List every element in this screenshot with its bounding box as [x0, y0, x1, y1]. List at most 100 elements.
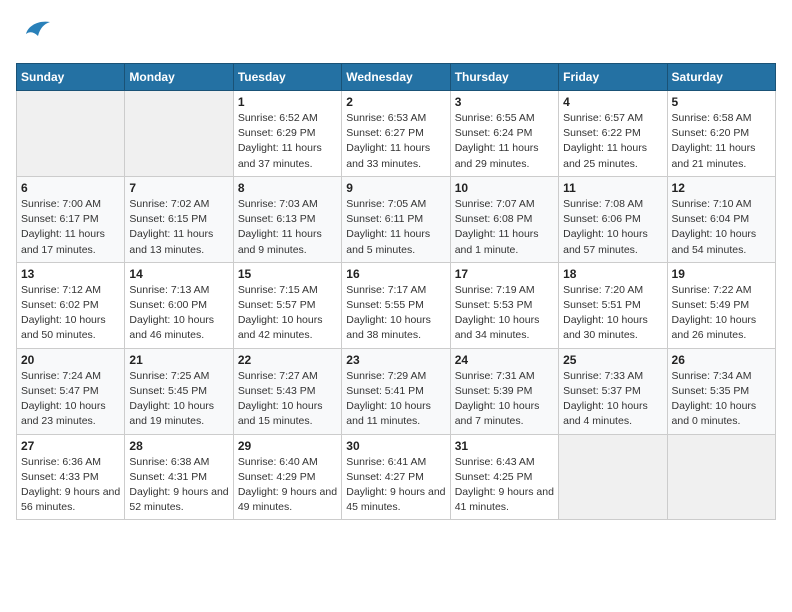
day-info: Sunrise: 7:13 AM Sunset: 6:00 PM Dayligh… — [129, 283, 228, 344]
day-number: 12 — [672, 181, 771, 195]
calendar-cell: 5 Sunrise: 6:58 AM Sunset: 6:20 PM Daylig… — [667, 91, 775, 177]
day-info: Sunrise: 6:58 AM Sunset: 6:20 PM Dayligh… — [672, 111, 771, 172]
day-number: 31 — [455, 439, 554, 453]
calendar-week-row: 20 Sunrise: 7:24 AM Sunset: 5:47 PM Dayli… — [17, 348, 776, 434]
calendar-cell: 8 Sunrise: 7:03 AM Sunset: 6:13 PM Daylig… — [233, 176, 341, 262]
day-info: Sunrise: 6:36 AM Sunset: 4:33 PM Dayligh… — [21, 455, 120, 516]
calendar-cell: 30 Sunrise: 6:41 AM Sunset: 4:27 PM Dayli… — [342, 434, 450, 520]
day-number: 26 — [672, 353, 771, 367]
day-info: Sunrise: 7:33 AM Sunset: 5:37 PM Dayligh… — [563, 369, 662, 430]
calendar-week-row: 27 Sunrise: 6:36 AM Sunset: 4:33 PM Dayli… — [17, 434, 776, 520]
day-of-week-header: Wednesday — [342, 64, 450, 91]
day-number: 20 — [21, 353, 120, 367]
day-of-week-header: Thursday — [450, 64, 558, 91]
calendar-cell — [559, 434, 667, 520]
calendar-cell: 22 Sunrise: 7:27 AM Sunset: 5:43 PM Dayli… — [233, 348, 341, 434]
day-number: 11 — [563, 181, 662, 195]
day-info: Sunrise: 7:34 AM Sunset: 5:35 PM Dayligh… — [672, 369, 771, 430]
calendar-week-row: 6Sunrise: 7:00 AM Sunset: 6:17 PM Daylig… — [17, 176, 776, 262]
day-number: 22 — [238, 353, 337, 367]
day-info: Sunrise: 7:12 AM Sunset: 6:02 PM Dayligh… — [21, 283, 120, 344]
day-info: Sunrise: 7:31 AM Sunset: 5:39 PM Dayligh… — [455, 369, 554, 430]
calendar-cell: 16Sunrise: 7:17 AM Sunset: 5:55 PM Dayli… — [342, 262, 450, 348]
calendar-cell: 12 Sunrise: 7:10 AM Sunset: 6:04 PM Dayli… — [667, 176, 775, 262]
day-of-week-header: Monday — [125, 64, 233, 91]
day-number: 13 — [21, 267, 120, 281]
calendar-cell — [667, 434, 775, 520]
calendar-cell: 11 Sunrise: 7:08 AM Sunset: 6:06 PM Dayli… — [559, 176, 667, 262]
day-info: Sunrise: 7:20 AM Sunset: 5:51 PM Dayligh… — [563, 283, 662, 344]
day-of-week-header: Saturday — [667, 64, 775, 91]
day-number: 27 — [21, 439, 120, 453]
calendar-table: SundayMondayTuesdayWednesdayThursdayFrid… — [16, 63, 776, 520]
day-number: 21 — [129, 353, 228, 367]
day-number: 30 — [346, 439, 445, 453]
day-number: 19 — [672, 267, 771, 281]
calendar-cell: 9Sunrise: 7:05 AM Sunset: 6:11 PM Daylig… — [342, 176, 450, 262]
day-info: Sunrise: 7:27 AM Sunset: 5:43 PM Dayligh… — [238, 369, 337, 430]
day-info: Sunrise: 6:43 AM Sunset: 4:25 PM Dayligh… — [455, 455, 554, 516]
day-of-week-header: Sunday — [17, 64, 125, 91]
day-number: 2 — [346, 95, 445, 109]
day-number: 15 — [238, 267, 337, 281]
calendar-cell: 1Sunrise: 6:52 AM Sunset: 6:29 PM Daylig… — [233, 91, 341, 177]
day-info: Sunrise: 7:10 AM Sunset: 6:04 PM Dayligh… — [672, 197, 771, 258]
logo — [16, 16, 52, 51]
day-info: Sunrise: 7:25 AM Sunset: 5:45 PM Dayligh… — [129, 369, 228, 430]
day-info: Sunrise: 7:19 AM Sunset: 5:53 PM Dayligh… — [455, 283, 554, 344]
day-number: 5 — [672, 95, 771, 109]
day-number: 23 — [346, 353, 445, 367]
calendar-cell: 25 Sunrise: 7:33 AM Sunset: 5:37 PM Dayli… — [559, 348, 667, 434]
calendar-cell: 31 Sunrise: 6:43 AM Sunset: 4:25 PM Dayli… — [450, 434, 558, 520]
day-number: 6 — [21, 181, 120, 195]
calendar-cell: 7 Sunrise: 7:02 AM Sunset: 6:15 PM Daylig… — [125, 176, 233, 262]
calendar-cell: 20 Sunrise: 7:24 AM Sunset: 5:47 PM Dayli… — [17, 348, 125, 434]
calendar-cell: 24 Sunrise: 7:31 AM Sunset: 5:39 PM Dayli… — [450, 348, 558, 434]
day-number: 4 — [563, 95, 662, 109]
day-number: 17 — [455, 267, 554, 281]
calendar-cell: 23Sunrise: 7:29 AM Sunset: 5:41 PM Dayli… — [342, 348, 450, 434]
day-info: Sunrise: 7:15 AM Sunset: 5:57 PM Dayligh… — [238, 283, 337, 344]
day-info: Sunrise: 7:17 AM Sunset: 5:55 PM Dayligh… — [346, 283, 445, 344]
calendar-cell — [125, 91, 233, 177]
day-info: Sunrise: 7:02 AM Sunset: 6:15 PM Dayligh… — [129, 197, 228, 258]
calendar-cell: 3 Sunrise: 6:55 AM Sunset: 6:24 PM Daylig… — [450, 91, 558, 177]
day-info: Sunrise: 7:24 AM Sunset: 5:47 PM Dayligh… — [21, 369, 120, 430]
day-of-week-header: Friday — [559, 64, 667, 91]
day-info: Sunrise: 6:55 AM Sunset: 6:24 PM Dayligh… — [455, 111, 554, 172]
day-number: 1 — [238, 95, 337, 109]
day-info: Sunrise: 7:05 AM Sunset: 6:11 PM Dayligh… — [346, 197, 445, 258]
day-number: 25 — [563, 353, 662, 367]
calendar-week-row: 13 Sunrise: 7:12 AM Sunset: 6:02 PM Dayli… — [17, 262, 776, 348]
calendar-cell: 21 Sunrise: 7:25 AM Sunset: 5:45 PM Dayli… — [125, 348, 233, 434]
day-info: Sunrise: 7:07 AM Sunset: 6:08 PM Dayligh… — [455, 197, 554, 258]
calendar-cell: 19Sunrise: 7:22 AM Sunset: 5:49 PM Dayli… — [667, 262, 775, 348]
day-number: 8 — [238, 181, 337, 195]
calendar-cell: 14 Sunrise: 7:13 AM Sunset: 6:00 PM Dayli… — [125, 262, 233, 348]
calendar-cell: 26 Sunrise: 7:34 AM Sunset: 5:35 PM Dayli… — [667, 348, 775, 434]
logo-bird-icon — [20, 16, 52, 51]
page-header — [16, 16, 776, 51]
calendar-cell: 18Sunrise: 7:20 AM Sunset: 5:51 PM Dayli… — [559, 262, 667, 348]
calendar-week-row: 1Sunrise: 6:52 AM Sunset: 6:29 PM Daylig… — [17, 91, 776, 177]
calendar-cell: 15 Sunrise: 7:15 AM Sunset: 5:57 PM Dayli… — [233, 262, 341, 348]
calendar-cell: 2 Sunrise: 6:53 AM Sunset: 6:27 PM Daylig… — [342, 91, 450, 177]
day-info: Sunrise: 7:03 AM Sunset: 6:13 PM Dayligh… — [238, 197, 337, 258]
day-of-week-header: Tuesday — [233, 64, 341, 91]
calendar-cell: 10 Sunrise: 7:07 AM Sunset: 6:08 PM Dayli… — [450, 176, 558, 262]
day-info: Sunrise: 7:08 AM Sunset: 6:06 PM Dayligh… — [563, 197, 662, 258]
day-number: 24 — [455, 353, 554, 367]
day-info: Sunrise: 6:53 AM Sunset: 6:27 PM Dayligh… — [346, 111, 445, 172]
calendar-cell: 6Sunrise: 7:00 AM Sunset: 6:17 PM Daylig… — [17, 176, 125, 262]
day-number: 14 — [129, 267, 228, 281]
day-info: Sunrise: 6:41 AM Sunset: 4:27 PM Dayligh… — [346, 455, 445, 516]
calendar-cell: 13 Sunrise: 7:12 AM Sunset: 6:02 PM Dayli… — [17, 262, 125, 348]
day-number: 7 — [129, 181, 228, 195]
day-number: 3 — [455, 95, 554, 109]
calendar-cell: 27 Sunrise: 6:36 AM Sunset: 4:33 PM Dayli… — [17, 434, 125, 520]
day-info: Sunrise: 6:57 AM Sunset: 6:22 PM Dayligh… — [563, 111, 662, 172]
day-info: Sunrise: 6:38 AM Sunset: 4:31 PM Dayligh… — [129, 455, 228, 516]
day-number: 10 — [455, 181, 554, 195]
day-number: 29 — [238, 439, 337, 453]
calendar-header-row: SundayMondayTuesdayWednesdayThursdayFrid… — [17, 64, 776, 91]
